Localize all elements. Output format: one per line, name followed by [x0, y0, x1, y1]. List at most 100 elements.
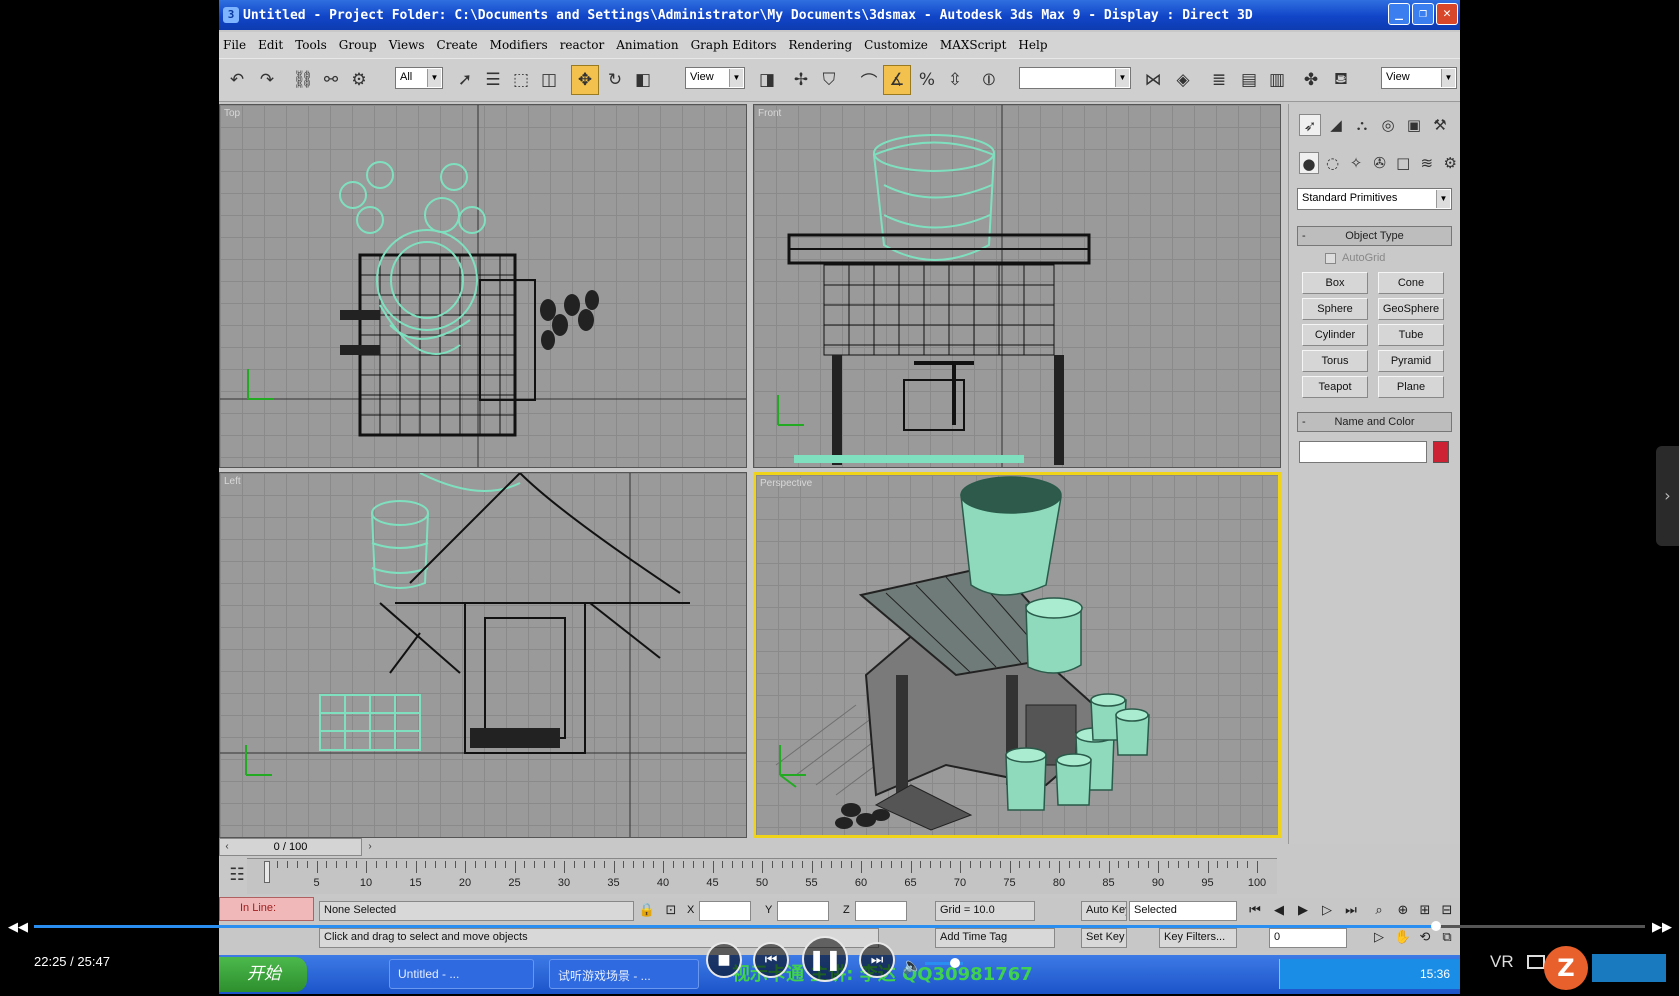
z-coordinate-field[interactable] [855, 901, 907, 921]
menu-animation[interactable]: Animation [616, 38, 678, 52]
go-to-end-icon[interactable]: ⏭ [1341, 901, 1361, 921]
menu-graph-editors[interactable]: Graph Editors [691, 38, 777, 52]
previous-frame-icon[interactable]: ◀ [1269, 901, 1289, 921]
select-link-icon[interactable]: ⛓ [289, 65, 317, 95]
close-icon[interactable]: ✕ [1436, 3, 1458, 25]
key-filters-button[interactable]: Key Filters... [1159, 928, 1237, 948]
primitive-category-dropdown[interactable]: Standard Primitives ▼ [1297, 188, 1452, 210]
y-coordinate-field[interactable] [777, 901, 829, 921]
torus-button[interactable]: Torus [1302, 350, 1368, 372]
object-color-swatch[interactable] [1433, 441, 1449, 463]
viewport-left[interactable]: Left [219, 472, 747, 838]
chevron-right-icon[interactable]: › [363, 839, 377, 855]
curve-editor-icon[interactable]: ▤ [1235, 65, 1263, 95]
cameras-icon[interactable]: ✇ [1370, 152, 1390, 174]
stop-icon[interactable]: ■ [706, 942, 742, 978]
minimize-icon[interactable]: _ [1388, 3, 1410, 25]
menu-modifiers[interactable]: Modifiers [490, 38, 548, 52]
keyboard-shortcut-icon[interactable]: ⛉ [815, 65, 843, 95]
zoom-icon[interactable]: ⌕ [1369, 901, 1389, 921]
menu-help[interactable]: Help [1018, 38, 1047, 52]
menu-maxscript[interactable]: MAXScript [940, 38, 1007, 52]
viewport-top[interactable]: Top [219, 104, 747, 468]
play-animation-icon[interactable]: ▶ [1293, 901, 1313, 921]
object-type-rollout[interactable]: - Object Type [1297, 226, 1452, 246]
zoom-all-icon[interactable]: ⊕ [1393, 901, 1413, 921]
select-and-rotate-icon[interactable]: ↻ [601, 65, 629, 95]
menu-edit[interactable]: Edit [258, 38, 283, 52]
shapes-icon[interactable]: ◌ [1323, 152, 1343, 174]
utilities-tab-icon[interactable]: ⚒ [1429, 114, 1451, 136]
viewport-perspective[interactable]: Perspective [753, 472, 1281, 838]
zoom-extents-icon[interactable]: ⊞ [1415, 901, 1435, 921]
menu-rendering[interactable]: Rendering [789, 38, 853, 52]
chevron-left-icon[interactable]: ‹ [220, 839, 234, 855]
transform-mode-icon[interactable]: ⊡ [661, 901, 681, 921]
bind-space-warp-icon[interactable]: ⚙ [345, 65, 373, 95]
seek-handle[interactable] [1430, 921, 1441, 931]
side-panel-toggle-icon[interactable]: › [1656, 446, 1679, 546]
auto-key-button[interactable]: Auto Key [1081, 901, 1127, 921]
select-and-move-icon[interactable]: ✥ [571, 65, 599, 95]
schematic-view-icon[interactable]: ▥ [1263, 65, 1291, 95]
teapot-button[interactable]: Teapot [1302, 376, 1368, 398]
viewport-front[interactable]: Front [753, 104, 1281, 468]
redo-icon[interactable]: ↷ [253, 65, 281, 95]
menu-create[interactable]: Create [437, 38, 478, 52]
name-and-color-rollout[interactable]: - Name and Color [1297, 412, 1452, 432]
layer-manager-icon[interactable]: ≣ [1205, 65, 1233, 95]
hierarchy-tab-icon[interactable]: ⛬ [1351, 114, 1373, 136]
material-editor-icon[interactable]: ✤ [1297, 65, 1325, 95]
volume-handle[interactable] [950, 958, 960, 968]
window-crossing-icon[interactable]: ◫ [535, 65, 563, 95]
next-frame-icon[interactable]: ▷ [1317, 901, 1337, 921]
geosphere-button[interactable]: GeoSphere [1378, 298, 1444, 320]
maximize-viewport-icon[interactable]: ⧉ [1437, 928, 1457, 948]
ref-coord-dropdown[interactable]: View ▼ [685, 67, 745, 89]
selection-filter-dropdown[interactable]: All ▼ [395, 67, 443, 89]
create-tab-icon[interactable]: ➶ [1299, 114, 1321, 136]
modify-tab-icon[interactable]: ◢ [1325, 114, 1347, 136]
render-scene-icon[interactable]: ⛾ [1327, 65, 1355, 95]
mirror-icon[interactable]: ⋈ [1139, 65, 1167, 95]
current-frame-field[interactable]: 0 [1269, 928, 1347, 948]
spinner-snap-icon[interactable]: ⇳ [941, 65, 969, 95]
fast-forward-icon[interactable]: ▶▶ [1652, 920, 1672, 935]
systems-icon[interactable]: ⚙ [1441, 152, 1461, 174]
time-slider[interactable]: ‹ 0 / 100 › [219, 838, 372, 856]
timeline-current-frame-marker[interactable] [264, 861, 270, 883]
key-mode-dropdown[interactable]: Selected [1129, 901, 1237, 921]
restore-icon[interactable]: ❐ [1412, 3, 1434, 25]
snaps-toggle-icon[interactable]: ⌒ [855, 65, 883, 95]
go-to-start-icon[interactable]: ⏮ [1245, 901, 1265, 921]
x-coordinate-field[interactable] [699, 901, 751, 921]
menu-group[interactable]: Group [339, 38, 377, 52]
align-icon[interactable]: ◈ [1169, 65, 1197, 95]
pivot-center-icon[interactable]: ◨ [753, 65, 781, 95]
undo-icon[interactable]: ↶ [223, 65, 251, 95]
volume-icon[interactable]: 🔈 [902, 956, 922, 975]
motion-tab-icon[interactable]: ◎ [1377, 114, 1399, 136]
rect-selection-icon[interactable]: ⬚ [507, 65, 535, 95]
display-tab-icon[interactable]: ▣ [1403, 114, 1425, 136]
taskbar-item-3dsmax[interactable]: Untitled - ... [389, 959, 534, 989]
next-icon[interactable]: ⏭ [859, 942, 895, 978]
start-button[interactable]: 开始 [219, 957, 307, 992]
autogrid-checkbox[interactable]: AutoGrid [1325, 252, 1385, 264]
taskbar-item-preview[interactable]: 试听游戏场景 - ... [549, 959, 699, 989]
add-time-tag-button[interactable]: Add Time Tag [935, 928, 1055, 948]
lock-icon[interactable]: 🔒 [637, 901, 657, 921]
pyramid-button[interactable]: Pyramid [1378, 350, 1444, 372]
field-of-view-icon[interactable]: ▷ [1369, 928, 1389, 948]
select-by-name-icon[interactable]: ☰ [479, 65, 507, 95]
unlink-icon[interactable]: ⚯ [317, 65, 345, 95]
tube-button[interactable]: Tube [1378, 324, 1444, 346]
menu-views[interactable]: Views [389, 38, 425, 52]
box-button[interactable]: Box [1302, 272, 1368, 294]
menu-customize[interactable]: Customize [864, 38, 928, 52]
maxscript-listener[interactable]: In Line: [219, 897, 314, 921]
geometry-icon[interactable]: ● [1299, 152, 1319, 174]
object-name-field[interactable] [1299, 441, 1427, 463]
lights-icon[interactable]: ✧ [1346, 152, 1366, 174]
select-manipulate-icon[interactable]: ✢ [787, 65, 815, 95]
